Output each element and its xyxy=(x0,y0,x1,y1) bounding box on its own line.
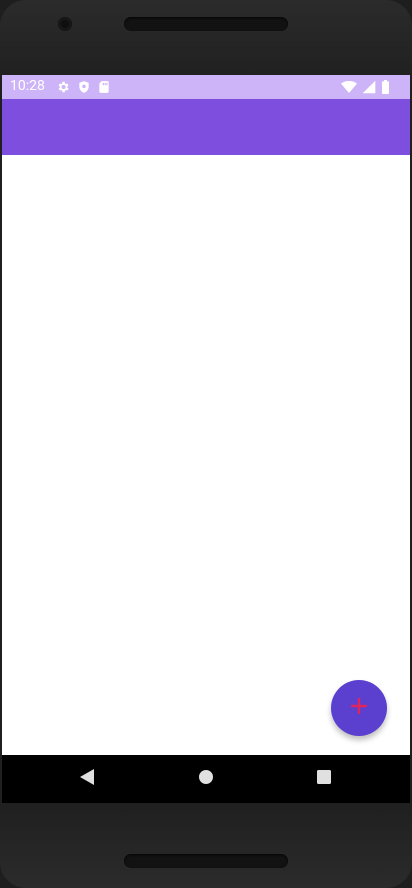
shield-icon xyxy=(77,80,91,94)
plus-icon xyxy=(349,696,369,720)
home-circle-icon xyxy=(198,769,214,789)
earpiece-speaker xyxy=(124,17,288,31)
main-content xyxy=(2,155,410,803)
front-camera xyxy=(58,17,72,31)
bottom-speaker xyxy=(124,854,288,868)
app-bar xyxy=(2,99,410,155)
phone-frame: 10:28 xyxy=(0,0,412,888)
battery-icon xyxy=(381,80,390,94)
add-fab-button[interactable] xyxy=(331,680,387,736)
cell-signal-icon xyxy=(362,80,376,94)
back-icon xyxy=(79,768,95,790)
system-home-button[interactable] xyxy=(197,770,215,788)
recents-icon xyxy=(316,769,332,789)
device-screen: 10:28 xyxy=(2,75,410,803)
settings-icon xyxy=(56,80,70,94)
wifi-icon xyxy=(341,80,357,94)
system-recents-button[interactable] xyxy=(315,770,333,788)
system-back-button[interactable] xyxy=(78,768,96,790)
status-left-icons xyxy=(56,80,110,94)
status-time: 10:28 xyxy=(10,78,45,94)
status-right-icons xyxy=(341,80,390,94)
system-navigation-bar xyxy=(2,755,410,803)
status-bar: 10:28 xyxy=(2,75,410,99)
sd-card-icon xyxy=(98,80,110,94)
